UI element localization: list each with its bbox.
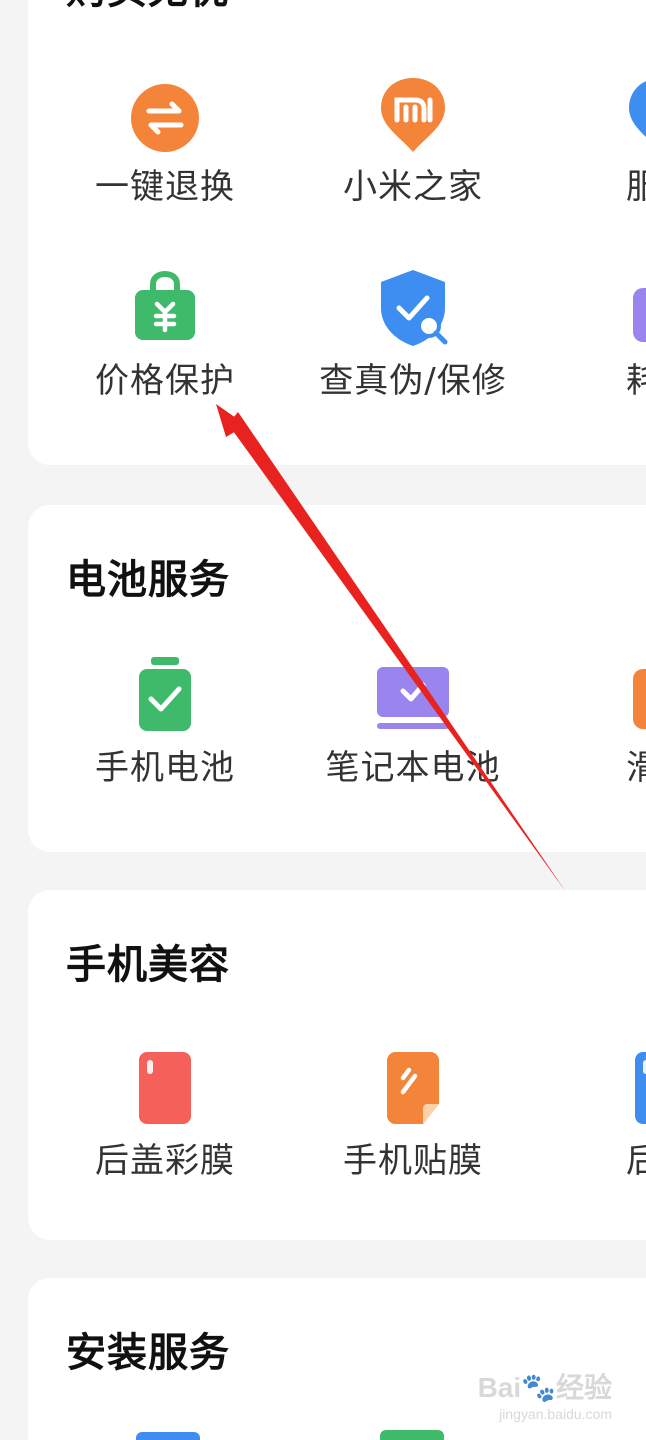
service-item-return-exchange[interactable]: 一键退换 xyxy=(40,74,290,224)
partial-icon-green xyxy=(380,1430,444,1440)
service-item-label: 耗材 xyxy=(626,361,646,401)
exchange-icon xyxy=(125,74,205,154)
service-item-mi-home[interactable]: 小米之家 xyxy=(288,74,538,224)
laptop-battery-icon xyxy=(373,655,453,735)
service-item-back-cover[interactable]: 后盖 xyxy=(536,1048,646,1198)
section-title-phone-beauty: 手机美容 xyxy=(66,942,230,988)
service-item-laptop-battery[interactable]: 笔记本电池 xyxy=(288,655,538,805)
service-item-label: 一键退换 xyxy=(95,167,235,207)
partial-icon-blue xyxy=(136,1432,200,1440)
service-item-price-protect[interactable]: 价格保护 xyxy=(40,268,290,418)
service-item-label: 手机贴膜 xyxy=(343,1141,483,1181)
section-card-battery: 电池服务 手机电池 笔记本电池 滑 xyxy=(28,505,646,852)
mi-location-icon xyxy=(373,74,453,154)
service-item-back-cover-film[interactable]: 后盖彩膜 xyxy=(40,1048,290,1198)
location-pin-icon xyxy=(621,74,646,154)
screen-film-icon xyxy=(373,1048,453,1128)
back-cover-film-icon xyxy=(125,1048,205,1128)
watermark-url: jingyan.baidu.com xyxy=(499,1406,612,1422)
service-item-consumables[interactable]: 耗材 xyxy=(536,268,646,418)
service-item-label: 滑板 xyxy=(626,748,646,788)
section-card-phone-beauty: 手机美容 后盖彩膜 手机贴膜 后 xyxy=(28,890,646,1240)
service-item-service-point[interactable]: 服务 xyxy=(536,74,646,224)
scooter-battery-icon xyxy=(621,655,646,735)
section-title-battery: 电池服务 xyxy=(66,557,230,603)
service-item-label: 后盖 xyxy=(626,1141,646,1181)
price-protect-bag-icon xyxy=(125,268,205,348)
shield-check-icon xyxy=(373,268,453,348)
watermark: Bai🐾经验 jingyan.baidu.com xyxy=(478,1366,612,1422)
watermark-brand: Bai🐾经验 xyxy=(477,1372,612,1403)
back-cover-icon xyxy=(621,1048,646,1128)
phone-battery-icon xyxy=(125,655,205,735)
service-item-label: 手机电池 xyxy=(95,748,235,788)
service-item-label: 价格保护 xyxy=(95,361,235,401)
service-page: 购买无忧 一键退换 小米之家 xyxy=(0,0,646,1440)
service-item-label: 服务 xyxy=(626,167,646,207)
section-title-purchase: 购买无忧 xyxy=(66,0,230,10)
service-item-verify-warranty[interactable]: 查真伪/保修 xyxy=(288,268,538,418)
section-card-purchase: 购买无忧 一键退换 小米之家 xyxy=(28,0,646,465)
service-item-label: 小米之家 xyxy=(343,167,483,207)
consumables-icon xyxy=(621,268,646,348)
service-item-screen-film[interactable]: 手机贴膜 xyxy=(288,1048,538,1198)
service-item-scooter-battery[interactable]: 滑板 xyxy=(536,655,646,805)
service-item-label: 查真伪/保修 xyxy=(319,361,507,401)
service-item-phone-battery[interactable]: 手机电池 xyxy=(40,655,290,805)
service-item-label: 笔记本电池 xyxy=(325,748,501,788)
service-item-label: 后盖彩膜 xyxy=(95,1141,235,1181)
section-title-installation: 安装服务 xyxy=(66,1330,230,1376)
